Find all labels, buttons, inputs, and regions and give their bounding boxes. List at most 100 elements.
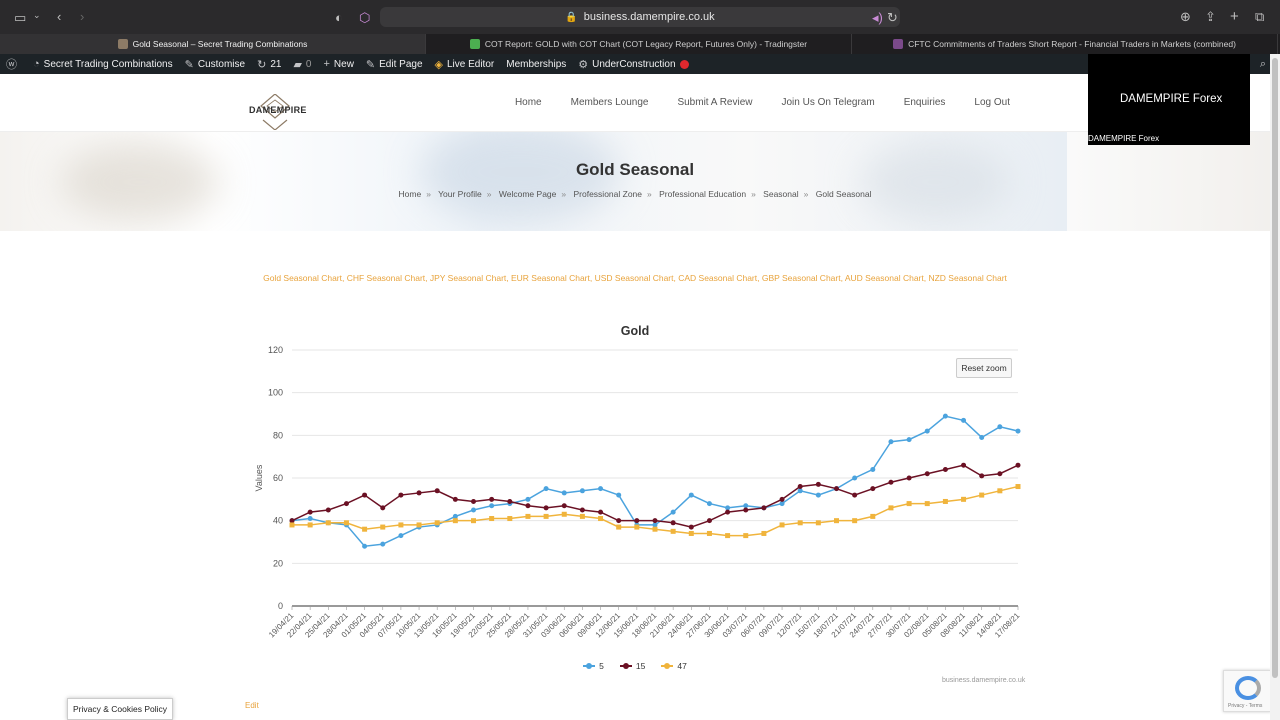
- speaker-icon[interactable]: ◂): [872, 11, 883, 24]
- url-text: business.damempire.co.uk: [583, 11, 715, 23]
- wp-memberships-label: Memberships: [506, 58, 567, 70]
- video-caption: DAMEMPIRE Forex: [1088, 134, 1160, 143]
- edit-link[interactable]: Edit: [245, 701, 259, 710]
- wp-logo[interactable]: ⓦ: [0, 54, 27, 74]
- search-icon[interactable]: ⌕: [1260, 58, 1266, 71]
- data-point: [634, 524, 640, 530]
- data-point: [961, 417, 967, 423]
- data-point: [579, 513, 585, 519]
- data-point: [979, 473, 985, 479]
- wp-live-editor[interactable]: ◈ Live Editor: [429, 54, 501, 74]
- shield-icon[interactable]: ◐: [335, 11, 343, 24]
- nav-members-lounge[interactable]: Members Lounge: [571, 97, 649, 108]
- back-icon[interactable]: ‹: [57, 10, 61, 23]
- nav-home[interactable]: Home: [515, 97, 542, 108]
- data-point: [725, 505, 731, 511]
- legend-item-47[interactable]: 47: [661, 661, 687, 671]
- data-point: [888, 439, 894, 445]
- data-point: [652, 518, 658, 524]
- address-bar[interactable]: 🔒 business.damempire.co.uk: [380, 7, 900, 27]
- wp-customise[interactable]: ✎ Customise: [179, 54, 251, 74]
- data-point: [398, 533, 404, 539]
- data-point: [815, 520, 821, 526]
- legend-item-15[interactable]: 15: [619, 661, 645, 671]
- status-dot-icon: [679, 59, 689, 69]
- data-point: [942, 466, 948, 472]
- wp-comments[interactable]: ▰ 0: [287, 54, 317, 74]
- data-point: [888, 505, 894, 511]
- data-point: [380, 541, 386, 547]
- wp-edit-page[interactable]: ✎ Edit Page: [360, 54, 429, 74]
- nav-enquiries[interactable]: Enquiries: [904, 97, 946, 108]
- breadcrumb-profile[interactable]: Your Profile: [438, 189, 482, 199]
- nav-log-out[interactable]: Log Out: [974, 97, 1010, 108]
- privacy-icon[interactable]: ⬡: [359, 11, 370, 24]
- wp-updates[interactable]: ↻ 21: [251, 54, 287, 74]
- tab-gold-seasonal[interactable]: Gold Seasonal – Secret Trading Combinati…: [0, 34, 426, 54]
- data-point: [1015, 428, 1021, 434]
- chevron-down-icon[interactable]: ⌄: [33, 11, 41, 20]
- data-point: [307, 516, 313, 522]
- privacy-cookies-button[interactable]: Privacy & Cookies Policy: [67, 698, 173, 720]
- data-point: [380, 524, 386, 530]
- breadcrumb-professional-zone[interactable]: Professional Zone: [573, 189, 642, 199]
- breadcrumb-seasonal[interactable]: Seasonal: [763, 189, 798, 199]
- data-point: [815, 481, 821, 487]
- live-editor-icon: ◈: [434, 58, 443, 71]
- data-point: [797, 488, 803, 494]
- page-title: Gold Seasonal: [575, 160, 695, 179]
- data-point: [743, 533, 749, 539]
- data-point: [688, 524, 694, 530]
- data-point: [761, 505, 767, 511]
- reset-zoom-button[interactable]: Reset zoom: [956, 358, 1012, 378]
- breadcrumb-welcome[interactable]: Welcome Page: [499, 189, 556, 199]
- data-point: [416, 490, 422, 496]
- tabs-overview-icon[interactable]: ⧉: [1255, 10, 1264, 23]
- favicon-icon: [893, 39, 904, 49]
- tab-cftc[interactable]: CFTC Commitments of Traders Short Report…: [852, 34, 1278, 54]
- data-point: [961, 462, 967, 468]
- data-point: [343, 520, 349, 526]
- gold-chart[interactable]: 020406080100120Values19/04/2122/04/2125/…: [240, 340, 1040, 660]
- data-point: [743, 507, 749, 513]
- tab-cot-report[interactable]: COT Report: GOLD with COT Chart (COT Leg…: [426, 34, 852, 54]
- wp-new[interactable]: + New: [317, 54, 359, 74]
- forward-icon[interactable]: ›: [80, 10, 84, 23]
- download-icon[interactable]: ⊕: [1180, 10, 1191, 23]
- data-point: [634, 518, 640, 524]
- new-tab-icon[interactable]: +: [1230, 9, 1239, 24]
- data-point: [779, 522, 785, 528]
- data-point: [561, 511, 567, 517]
- recaptcha-icon: [1235, 676, 1261, 700]
- seasonal-links[interactable]: Gold Seasonal Chart, CHF Seasonal Chart,…: [0, 273, 1270, 283]
- breadcrumb-professional-education[interactable]: Professional Education: [659, 189, 746, 199]
- data-point: [706, 530, 712, 536]
- data-point: [325, 507, 331, 513]
- sidebar-toggle-icon[interactable]: ▭: [14, 11, 26, 24]
- data-point: [471, 518, 476, 524]
- wp-site-name[interactable]: ◔ Secret Trading Combinations: [27, 54, 179, 74]
- data-point: [507, 516, 513, 522]
- scrollbar-thumb[interactable]: [1272, 58, 1278, 678]
- lock-icon: 🔒: [565, 11, 578, 23]
- recaptcha-badge[interactable]: Privacy - Terms: [1223, 670, 1271, 712]
- wp-updates-count: 21: [270, 58, 282, 70]
- data-point: [398, 492, 404, 498]
- wp-under-construction[interactable]: ⚙ UnderConstruction: [572, 54, 694, 74]
- dashboard-icon: ◔: [33, 58, 40, 70]
- breadcrumb-home[interactable]: Home: [399, 189, 422, 199]
- nav-submit-review[interactable]: Submit A Review: [677, 97, 752, 108]
- site-header: DAMEMPIRE Home Members Lounge Submit A R…: [0, 74, 1270, 132]
- data-point: [471, 498, 476, 504]
- banner-side: [1067, 132, 1270, 231]
- data-point: [434, 520, 440, 526]
- logo-text[interactable]: DAMEMPIRE: [249, 105, 307, 115]
- nav-telegram[interactable]: Join Us On Telegram: [782, 97, 875, 108]
- data-point: [561, 503, 567, 509]
- wp-memberships[interactable]: Memberships: [500, 54, 572, 74]
- legend-item-5[interactable]: 5: [583, 661, 604, 671]
- reload-icon[interactable]: ↻: [887, 11, 898, 24]
- share-icon[interactable]: ⇪: [1205, 10, 1216, 23]
- page-scrollbar[interactable]: [1270, 54, 1280, 720]
- chart-credits[interactable]: business.damempire.co.uk: [942, 677, 1025, 684]
